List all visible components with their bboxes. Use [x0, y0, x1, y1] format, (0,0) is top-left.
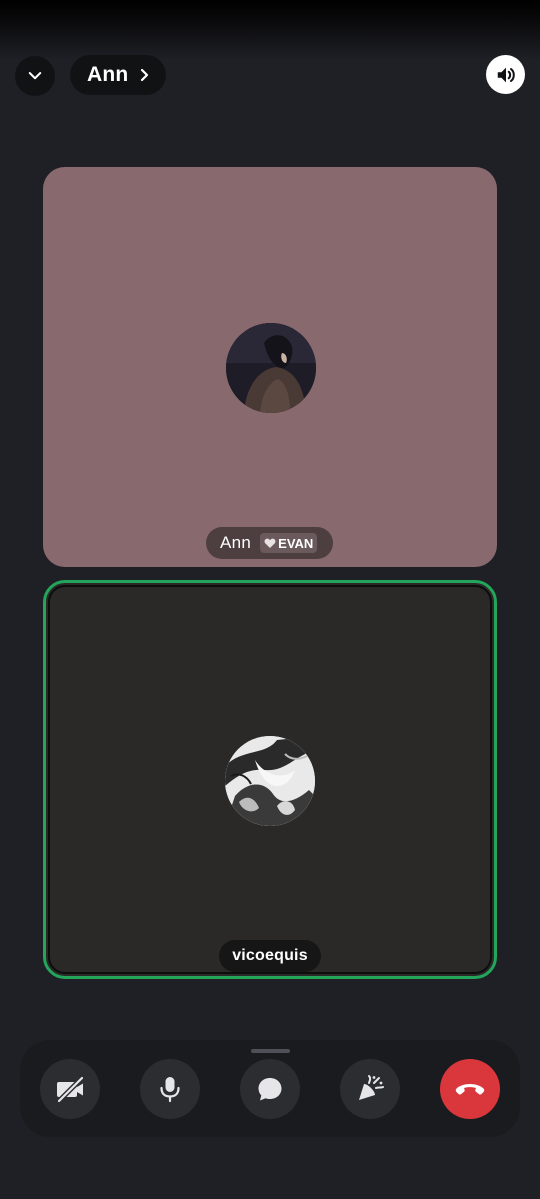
call-title: Ann [87, 63, 129, 86]
avatar [225, 736, 315, 826]
chat-button[interactable] [240, 1059, 300, 1119]
call-title-button[interactable]: Ann [70, 55, 166, 95]
phone-hangup-icon [455, 1084, 485, 1095]
mic-icon [160, 1077, 180, 1103]
chat-bubble-icon [258, 1078, 282, 1101]
camera-toggle-button[interactable] [40, 1059, 100, 1119]
speaker-icon [497, 67, 515, 82]
chevron-down-icon [28, 72, 42, 80]
activities-button[interactable] [340, 1059, 400, 1119]
participant-name-tag: Ann EVAN [206, 527, 333, 559]
server-tag-badge: EVAN [260, 533, 318, 553]
participant-name: Ann [220, 533, 252, 552]
rocket-icon [359, 1075, 384, 1100]
heart-icon [264, 538, 276, 548]
participant-name: vicoequis [232, 947, 308, 964]
server-tag-text: EVAN [278, 535, 314, 551]
video-off-icon [56, 1075, 85, 1104]
status-bar-area [0, 0, 540, 60]
avatar [226, 323, 316, 413]
drag-handle[interactable] [251, 1049, 290, 1053]
speaker-button[interactable] [486, 55, 525, 94]
mute-button[interactable] [140, 1059, 200, 1119]
participant-name-tag: vicoequis [219, 940, 321, 972]
chevron-right-icon [141, 68, 149, 82]
collapse-call-button[interactable] [15, 56, 55, 96]
hang-up-button[interactable] [440, 1059, 500, 1119]
